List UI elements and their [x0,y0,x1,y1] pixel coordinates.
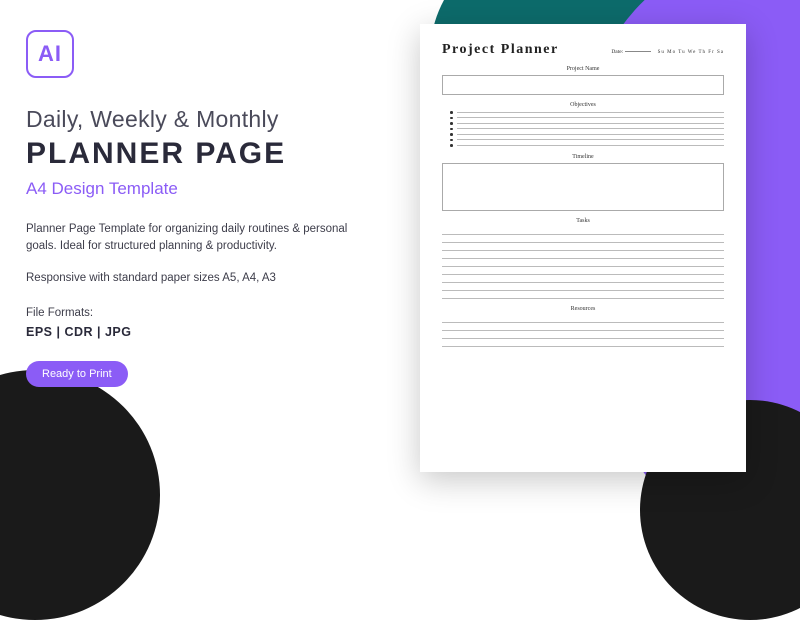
box-project-name [442,75,724,95]
info-panel: AI Daily, Weekly & Monthly PLANNER PAGE … [0,0,380,500]
preview-title: Project Planner [442,42,559,58]
weekday-labels: Su Mo Tu We Th Fr Sa [658,50,724,55]
preview-date-row: Date: Su Mo Tu We Th Fr Sa [611,49,724,55]
formats-label: File Formats: [26,307,354,319]
headline-light: Daily, Weekly & Monthly [26,106,354,133]
planner-page-preview: Project Planner Date: Su Mo Tu We Th Fr … [420,24,746,472]
formats-list: EPS | CDR | JPG [26,325,354,339]
label-timeline: Timeline [442,154,724,160]
subhead: A4 Design Template [26,179,354,199]
ai-logo: AI [26,30,74,78]
label-tasks: Tasks [442,218,724,224]
description-2: Responsive with standard paper sizes A5,… [26,270,354,287]
tasks-lines [442,227,724,299]
section-tasks: Tasks [442,218,724,299]
section-project-name: Project Name [442,66,724,95]
section-timeline: Timeline [442,154,724,211]
box-timeline [442,163,724,211]
label-resources: Resources [442,306,724,312]
label-project-name: Project Name [442,66,724,72]
ready-badge: Ready to Print [26,361,128,387]
objectives-bullets [442,111,724,147]
label-objectives: Objectives [442,102,724,108]
headline-bold: PLANNER PAGE [26,137,354,171]
section-objectives: Objectives [442,102,724,147]
preview-header: Project Planner Date: Su Mo Tu We Th Fr … [442,42,724,58]
section-resources: Resources [442,306,724,347]
description-1: Planner Page Template for organizing dai… [26,221,354,256]
date-label: Date: [611,49,623,55]
resources-lines [442,315,724,347]
